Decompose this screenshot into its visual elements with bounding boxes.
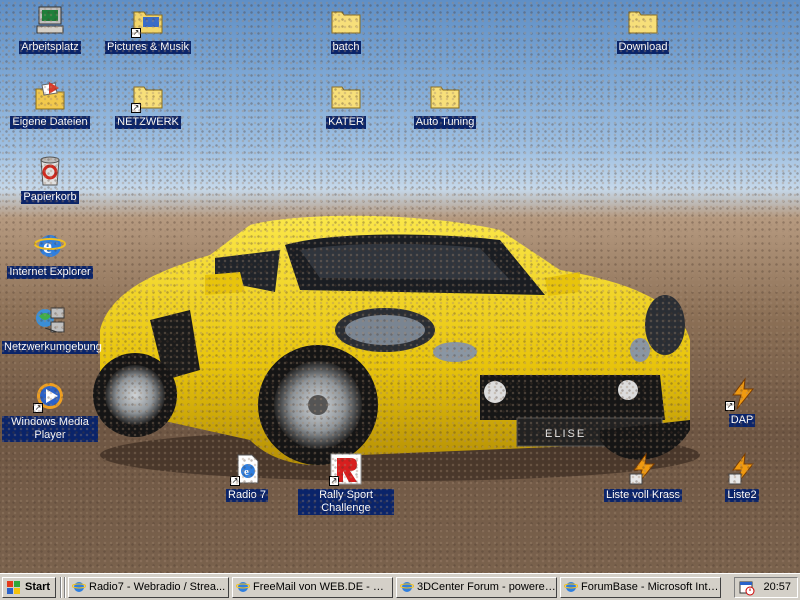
shortcut-arrow-icon: ↗ bbox=[725, 401, 735, 411]
desktop[interactable]: ELISE Arbeitsplatz ↗ Pictures & Musik ba… bbox=[0, 0, 800, 573]
desktop-icon-batch[interactable]: batch bbox=[298, 4, 394, 54]
desktop-icon-label: Internet Explorer bbox=[7, 266, 93, 279]
desktop-icon-radio-7[interactable]: e ↗ Radio 7 bbox=[199, 452, 295, 502]
shortcut-arrow-icon: ↗ bbox=[33, 403, 43, 413]
shortcut-arrow-icon: ↗ bbox=[131, 103, 141, 113]
desktop-icon-label: Pictures & Musik bbox=[105, 41, 191, 54]
desktop-icon-label: Papierkorb bbox=[21, 191, 79, 204]
task-label: FreeMail von WEB.DE - Mi... bbox=[253, 581, 393, 593]
media-player-icon: ↗ bbox=[33, 379, 67, 413]
desktop-icon-label: DAP bbox=[728, 414, 756, 427]
windows-logo-icon bbox=[7, 581, 20, 594]
desktop-icon-label: Windows Media Player bbox=[2, 416, 98, 442]
internet-explorer-icon bbox=[400, 582, 414, 592]
task-label: ForumBase - Microsoft Inte... bbox=[581, 581, 721, 593]
my-documents-icon bbox=[33, 79, 67, 113]
folder-shortcut-icon: ↗ bbox=[131, 4, 165, 38]
desktop-icon-label: Netzwerkumgebung bbox=[2, 341, 102, 354]
taskbar-separator bbox=[64, 577, 66, 598]
taskbar-button-forumbase[interactable]: ForumBase - Microsoft Inte... bbox=[560, 577, 721, 598]
shortcut-arrow-icon: ↗ bbox=[329, 476, 339, 486]
desktop-icon-label: KATER bbox=[326, 116, 366, 129]
desktop-icon-label: NETZWERK bbox=[115, 116, 181, 129]
desktop-icon-papierkorb[interactable]: Papierkorb bbox=[2, 154, 98, 204]
desktop-icon-netzwerk[interactable]: ↗ NETZWERK bbox=[100, 79, 196, 129]
desktop-icon-download[interactable]: Download bbox=[595, 4, 691, 54]
folder-icon bbox=[329, 79, 363, 113]
desktop-icon-label: Download bbox=[616, 41, 670, 54]
rally-sport-icon: ↗ bbox=[329, 452, 363, 486]
desktop-icon-windows-media-player[interactable]: ↗ Windows Media Player bbox=[2, 379, 98, 442]
desktop-icon-dap[interactable]: ↗ DAP bbox=[694, 377, 790, 427]
desktop-icon-auto-tuning[interactable]: Auto Tuning bbox=[397, 79, 493, 129]
desktop-icon-label: Radio 7 bbox=[226, 489, 268, 502]
internet-explorer-icon bbox=[72, 582, 86, 592]
taskbar-separator bbox=[60, 577, 62, 598]
taskbar-button-freemail[interactable]: FreeMail von WEB.DE - Mi... bbox=[232, 577, 393, 598]
folder-icon bbox=[329, 4, 363, 38]
ie-document-shortcut-icon: e ↗ bbox=[230, 452, 264, 486]
winamp-playlist-icon bbox=[626, 452, 660, 486]
folder-icon bbox=[626, 4, 660, 38]
internet-explorer-icon bbox=[564, 582, 578, 592]
desktop-icon-eigene-dateien[interactable]: Eigene Dateien bbox=[2, 79, 98, 129]
start-button[interactable]: Start bbox=[2, 577, 56, 598]
internet-explorer-icon: e bbox=[33, 229, 67, 263]
desktop-icon-label: Arbeitsplatz bbox=[19, 41, 81, 54]
desktop-icon-rally-sport-challenge[interactable]: ↗ Rally Sport Challenge bbox=[298, 452, 394, 515]
svg-text:e: e bbox=[244, 466, 249, 478]
winamp-shortcut-icon: ↗ bbox=[725, 377, 759, 411]
folder-shortcut-icon: ↗ bbox=[131, 79, 165, 113]
taskbar-button-radio7[interactable]: Radio7 - Webradio / Strea... bbox=[68, 577, 229, 598]
taskbar: Start Radio7 - Webradio / Strea... FreeM… bbox=[0, 573, 800, 600]
task-label: Radio7 - Webradio / Strea... bbox=[89, 581, 226, 593]
clock[interactable]: 20:57 bbox=[763, 581, 791, 593]
taskbar-button-3dcenter[interactable]: 3DCenter Forum - powered... bbox=[396, 577, 557, 598]
network-neighborhood-icon bbox=[33, 304, 67, 338]
desktop-icon-label: Eigene Dateien bbox=[10, 116, 90, 129]
shortcut-arrow-icon: ↗ bbox=[131, 28, 141, 38]
desktop-icon-label: Rally Sport Challenge bbox=[298, 489, 394, 515]
desktop-icon-pictures-musik[interactable]: ↗ Pictures & Musik bbox=[100, 4, 196, 54]
task-scheduler-icon[interactable] bbox=[739, 580, 755, 596]
internet-explorer-icon bbox=[236, 582, 250, 592]
desktop-icon-netzwerkumgebung[interactable]: Netzwerkumgebung bbox=[2, 304, 102, 354]
desktop-icon-label: batch bbox=[330, 41, 362, 54]
desktop-icon-kater[interactable]: KATER bbox=[298, 79, 394, 129]
desktop-icon-liste2[interactable]: Liste2 bbox=[694, 452, 790, 502]
winamp-playlist-icon bbox=[725, 452, 759, 486]
desktop-icon-liste-voll-krass[interactable]: Liste voll Krass bbox=[595, 452, 691, 502]
svg-text:ELISE: ELISE bbox=[545, 428, 586, 440]
folder-icon bbox=[428, 79, 462, 113]
desktop-icon-label: Liste2 bbox=[725, 489, 759, 502]
desktop-icon-internet-explorer[interactable]: e Internet Explorer bbox=[2, 229, 98, 279]
system-tray: 20:57 bbox=[734, 577, 798, 598]
desktop-icon-label: Auto Tuning bbox=[413, 116, 477, 129]
my-computer-icon bbox=[33, 4, 67, 38]
recycle-bin-icon bbox=[33, 154, 67, 188]
desktop-icon-label: Liste voll Krass bbox=[604, 489, 682, 502]
task-label: 3DCenter Forum - powered... bbox=[417, 581, 557, 593]
start-label: Start bbox=[25, 581, 51, 593]
desktop-icon-arbeitsplatz[interactable]: Arbeitsplatz bbox=[2, 4, 98, 54]
shortcut-arrow-icon: ↗ bbox=[230, 476, 240, 486]
